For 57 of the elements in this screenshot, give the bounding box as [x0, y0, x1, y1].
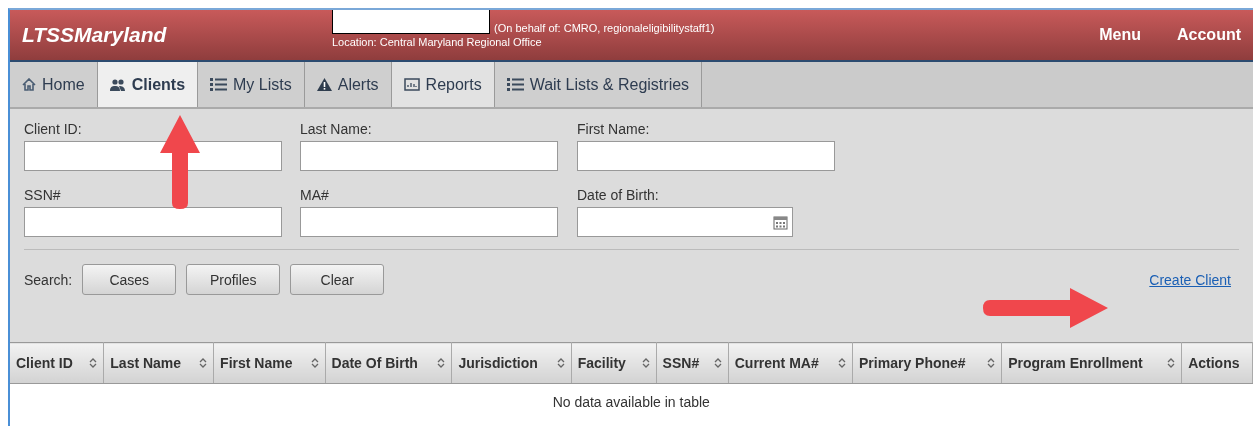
column-header[interactable]: Jurisdiction	[451, 342, 572, 384]
text-field[interactable]	[24, 207, 282, 237]
search-button[interactable]: Profiles	[186, 264, 281, 295]
list-icon	[210, 78, 228, 91]
column-header[interactable]: Current MA#	[728, 342, 853, 384]
home-icon	[22, 78, 36, 91]
header-link[interactable]: Account	[1177, 26, 1241, 44]
sort-icon[interactable]	[1167, 357, 1176, 369]
calendar-icon[interactable]	[773, 214, 788, 230]
column-header[interactable]: Last Name	[103, 342, 214, 384]
chart-icon	[403, 78, 420, 91]
nav-tab[interactable]: Wait Lists & Registries	[494, 62, 703, 107]
nav-tab[interactable]: Alerts	[304, 62, 392, 107]
create-client-link[interactable]: Create Client	[1149, 271, 1231, 288]
list-icon	[506, 78, 524, 91]
field-label: Client ID:	[24, 121, 83, 137]
nav-tab[interactable]: Clients	[97, 62, 199, 107]
location-text: Location: Central Maryland Regional Office	[332, 36, 543, 48]
column-header[interactable]: Client ID	[10, 342, 104, 384]
sort-icon[interactable]	[437, 357, 446, 369]
field-label: SSN#	[24, 187, 62, 203]
sort-icon[interactable]	[713, 357, 722, 369]
nav-tab[interactable]: Home	[10, 62, 98, 107]
column-header[interactable]: SSN#	[656, 342, 729, 384]
date-field[interactable]	[577, 207, 793, 237]
on-behalf-text: (On behalf of: CMRO, regionaleligibilitystaff1)	[494, 22, 715, 34]
search-button[interactable]: Cases	[82, 264, 177, 295]
app-logo: LTSSMaryland	[22, 23, 168, 47]
text-field[interactable]	[300, 141, 558, 171]
nav-tab[interactable]: My Lists	[198, 62, 305, 107]
nav-tab[interactable]: Reports	[391, 62, 495, 107]
column-header[interactable]: Actions	[1181, 342, 1253, 384]
search-label: Search:	[24, 271, 73, 288]
column-header[interactable]: Facility	[571, 342, 657, 384]
text-field[interactable]	[300, 207, 558, 237]
column-header[interactable]: Primary Phone#	[852, 342, 1002, 384]
sort-icon[interactable]	[987, 357, 996, 369]
people-icon	[109, 78, 126, 91]
empty-message: No data available in table	[10, 383, 1253, 420]
column-header[interactable]: First Name	[213, 342, 326, 384]
sort-icon[interactable]	[641, 357, 650, 369]
field-label: MA#	[300, 187, 330, 203]
sort-icon[interactable]	[199, 357, 208, 369]
sort-icon[interactable]	[838, 357, 847, 369]
sort-icon[interactable]	[556, 357, 565, 369]
field-label: Last Name:	[300, 121, 373, 137]
text-field[interactable]	[24, 141, 282, 171]
column-header[interactable]: Date Of Birth	[325, 342, 452, 384]
header-link[interactable]: Menu	[1099, 26, 1141, 44]
sort-icon[interactable]	[89, 357, 98, 369]
text-field[interactable]	[577, 141, 835, 171]
field-label: First Name:	[577, 121, 651, 137]
warning-icon	[316, 78, 332, 91]
column-header[interactable]: Program Enrollment	[1001, 342, 1182, 384]
search-button[interactable]: Clear	[290, 264, 385, 295]
field-label: Date of Birth:	[577, 187, 660, 203]
sort-icon[interactable]	[310, 357, 319, 369]
